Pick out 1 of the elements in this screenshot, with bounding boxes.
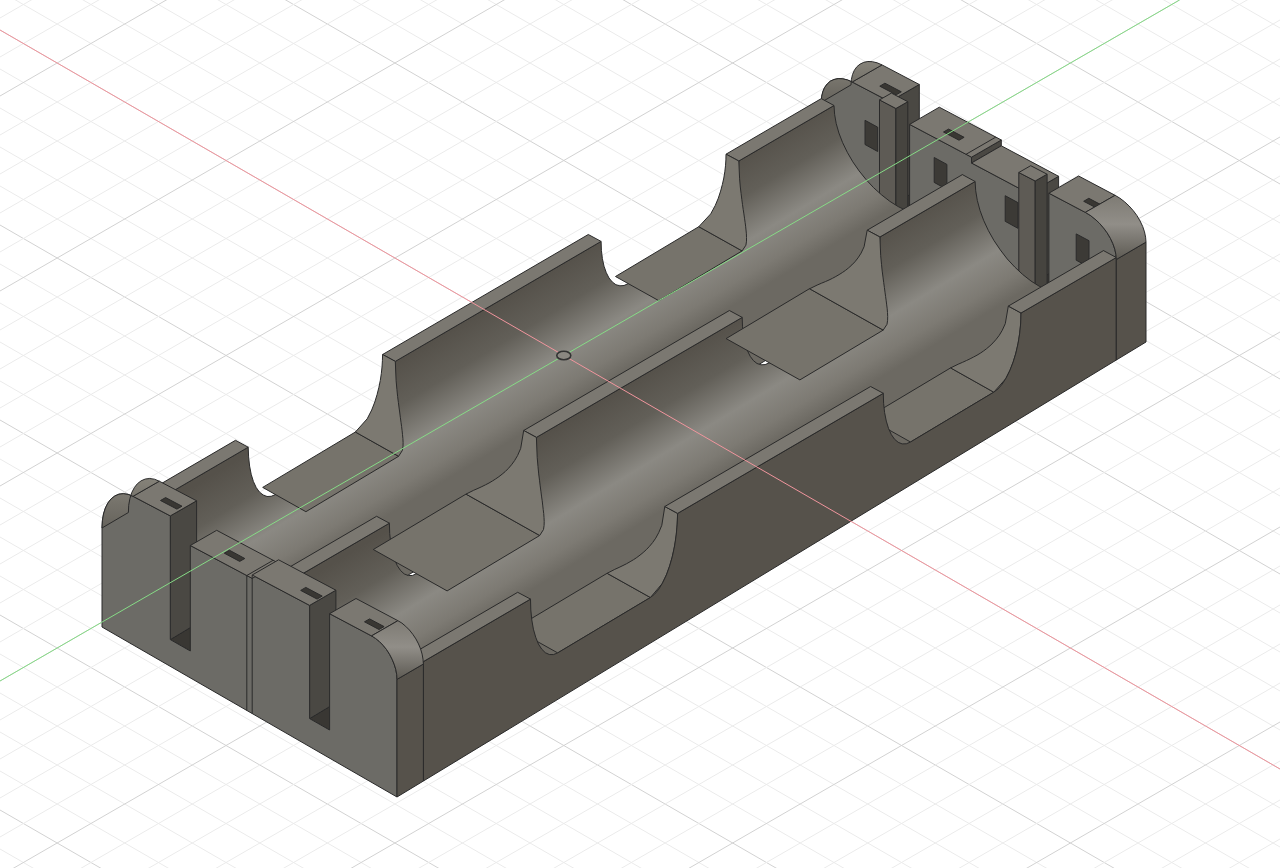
origin-icon: [556, 350, 572, 361]
